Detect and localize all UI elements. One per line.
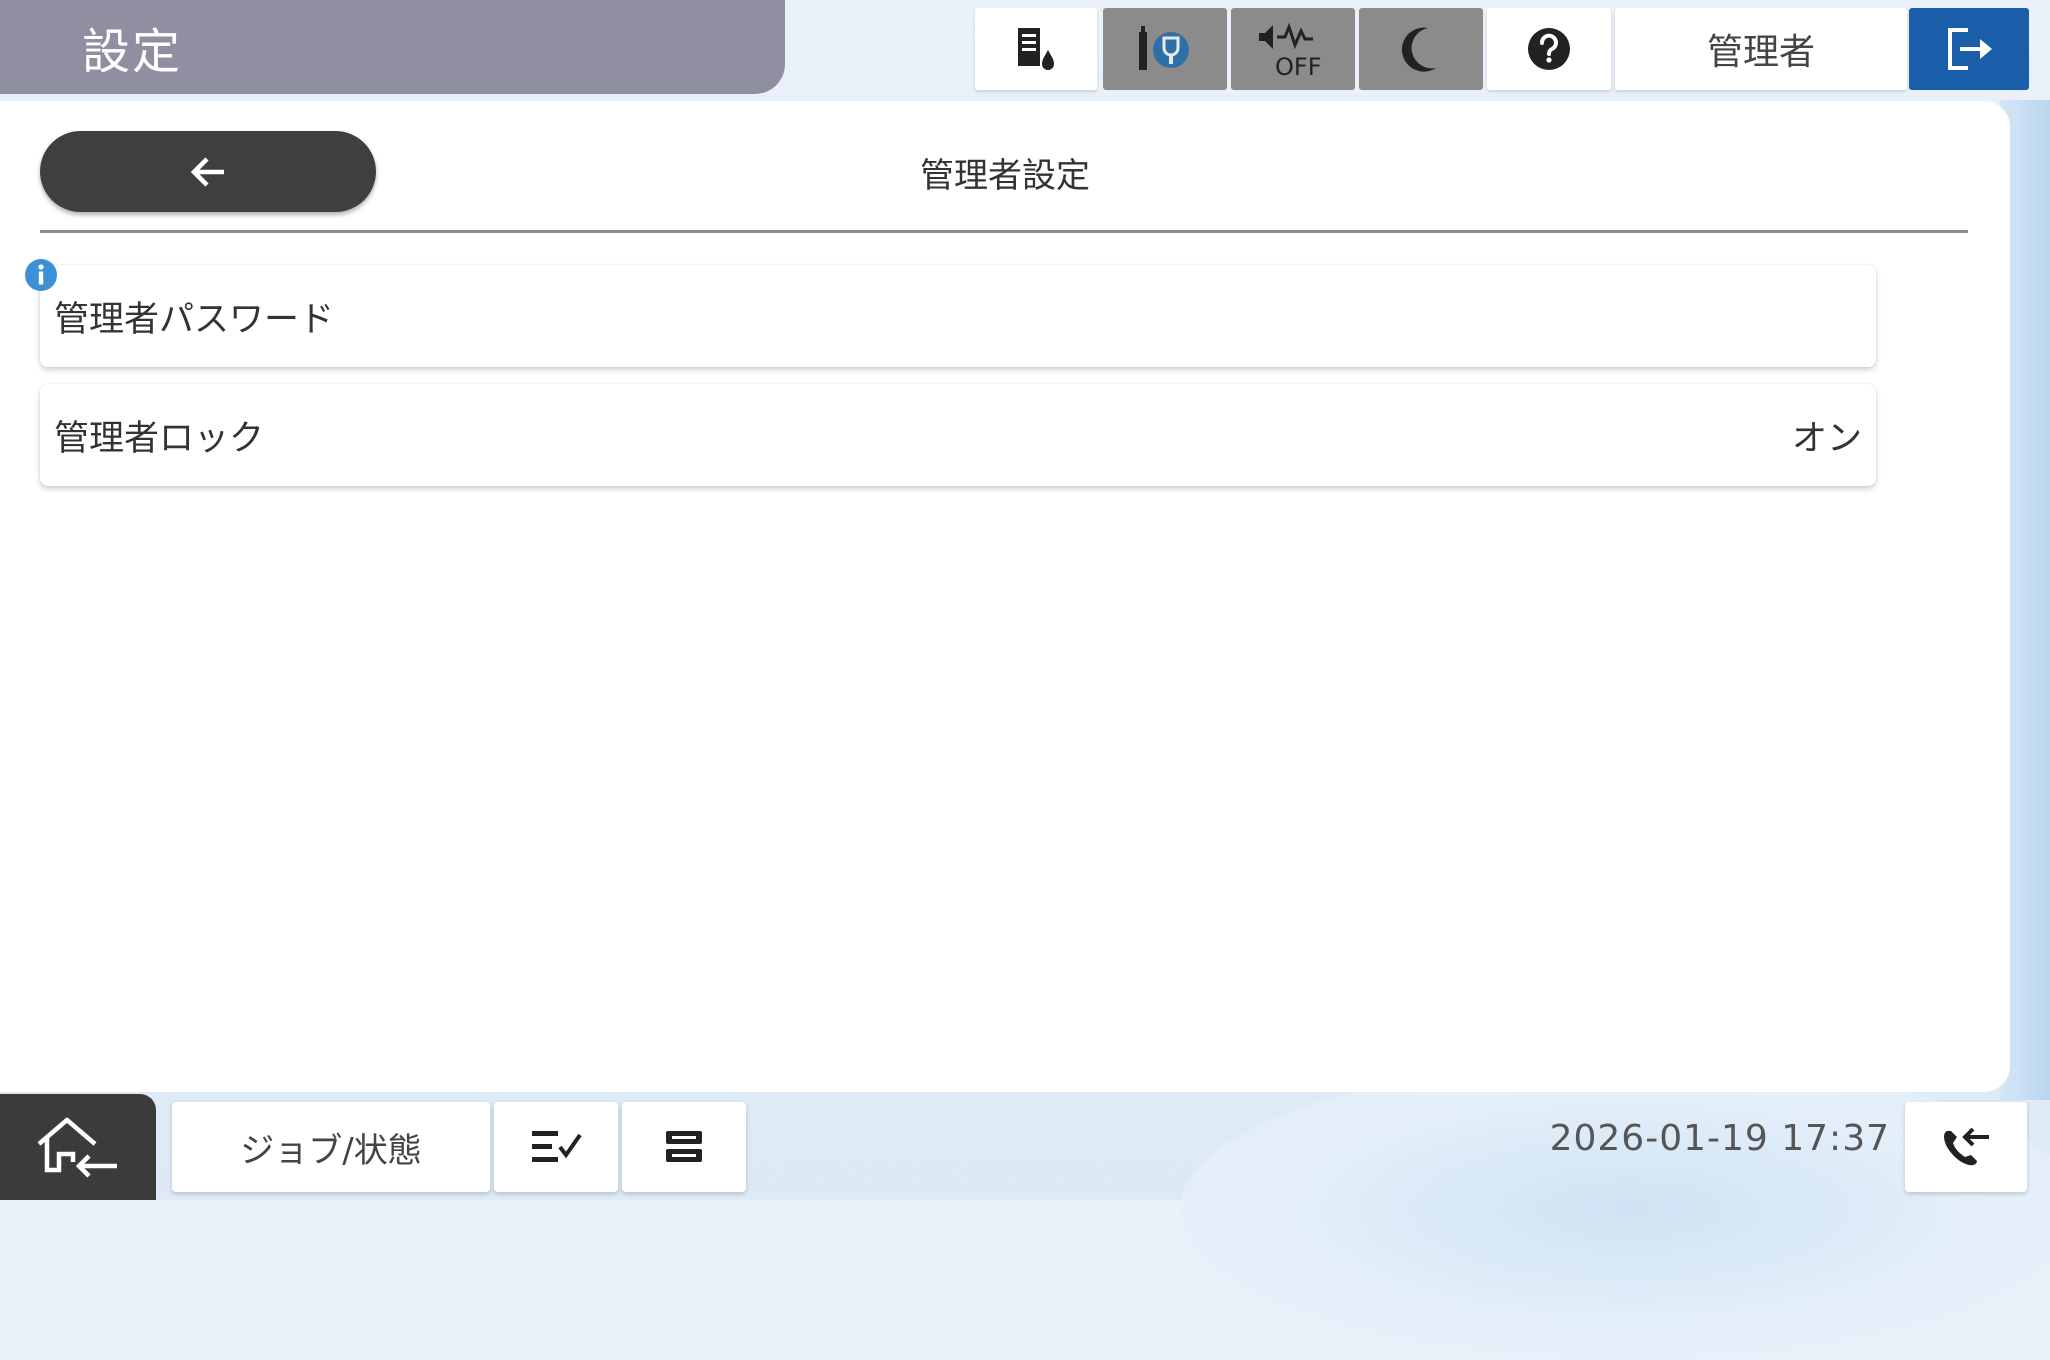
job-list-button[interactable] <box>494 1102 618 1192</box>
home-icon <box>37 1117 117 1178</box>
stop-icon <box>666 1131 702 1162</box>
user-button[interactable]: 管理者 <box>1615 8 1907 90</box>
job-status-label: ジョブ/状態 <box>240 1130 422 1171</box>
fax-receive-button[interactable] <box>1905 1102 2027 1192</box>
list-item-label: 管理者パスワード <box>54 299 335 340</box>
stop-button[interactable] <box>622 1102 746 1192</box>
list-item-admin-lock[interactable]: 管理者ロック オン <box>40 384 1876 486</box>
back-button[interactable] <box>40 131 376 212</box>
back-arrow-icon <box>190 156 224 187</box>
info-icon <box>25 259 57 291</box>
page-title: 管理者設定 <box>920 156 1090 196</box>
wifi-direct-button[interactable] <box>1103 8 1227 90</box>
svg-text:OFF: OFF <box>1275 53 1322 79</box>
wifi-direct-icon <box>1139 26 1189 70</box>
main-panel <box>0 101 2010 1092</box>
job-list-icon <box>532 1131 582 1162</box>
fax-receive-icon <box>1944 1127 1989 1166</box>
logout-icon <box>1948 28 1992 70</box>
home-button[interactable] <box>0 1094 156 1200</box>
date-time: 2026-01-19 17:37 <box>1549 1118 1890 1159</box>
sleep-button[interactable] <box>1359 8 1483 90</box>
list-item-label: 管理者ロック <box>54 418 265 459</box>
screen-title: 設定 <box>82 24 183 80</box>
ink-level-button[interactable] <box>975 8 1097 90</box>
quiet-mode-off-icon: OFF <box>1259 22 1322 79</box>
logout-button[interactable] <box>1909 8 2029 90</box>
job-status-button[interactable]: ジョブ/状態 <box>172 1102 490 1192</box>
help-icon <box>1528 28 1570 70</box>
ink-level-icon <box>1018 28 1054 70</box>
title-tab: 設定 <box>0 0 785 94</box>
quiet-mode-button[interactable]: OFF <box>1231 8 1355 90</box>
user-label: 管理者 <box>1706 32 1815 73</box>
sleep-icon <box>1401 27 1436 72</box>
help-button[interactable] <box>1487 8 1611 90</box>
title-divider <box>40 230 1968 233</box>
list-item-admin-password[interactable]: 管理者パスワード <box>40 265 1876 367</box>
list-item-value: オン <box>1791 418 1862 459</box>
